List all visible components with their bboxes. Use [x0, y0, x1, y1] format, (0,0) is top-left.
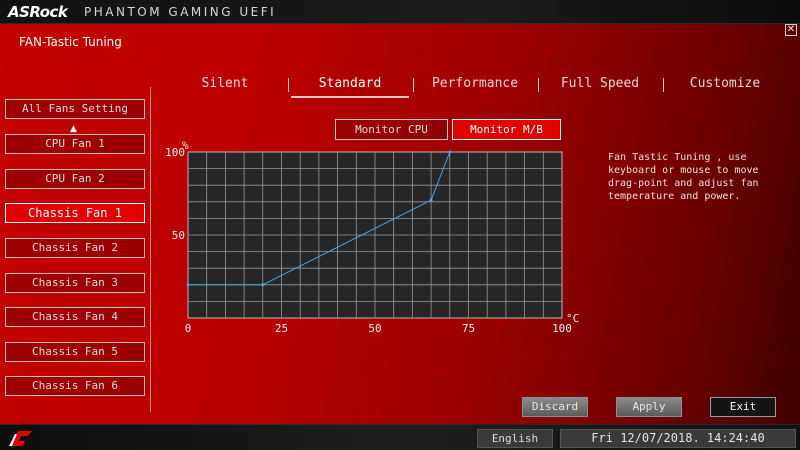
language-selector[interactable]: English — [477, 429, 553, 448]
fan-item-cpu-fan-1[interactable]: CPU Fan 1 — [5, 134, 145, 154]
y-tick-label: 50 — [172, 229, 185, 242]
exit-button[interactable]: Exit — [710, 397, 776, 417]
x-axis-unit-label: °C — [566, 312, 579, 325]
drag-point[interactable] — [429, 198, 433, 202]
fan-item-chassis-fan-2[interactable]: Chassis Fan 2 — [5, 238, 145, 258]
fan-curve-chart[interactable]: % 0 25 50 75 10050100 °C — [160, 136, 590, 336]
x-tick-label: 75 — [462, 322, 475, 335]
tab-performance[interactable]: Performance — [415, 74, 535, 98]
page-title: FAN-Tastic Tuning — [19, 35, 122, 49]
datetime-display: Fri 12/07/2018. 14:24:40 — [560, 429, 796, 448]
phantom-gaming-logo-icon — [9, 431, 32, 446]
drag-point[interactable] — [261, 283, 265, 287]
fan-item-all-fans[interactable]: All Fans Setting — [5, 99, 145, 119]
fan-item-chassis-fan-4[interactable]: Chassis Fan 4 — [5, 307, 145, 327]
help-description: Fan Tastic Tuning , use keyboard or mous… — [608, 152, 759, 202]
close-icon[interactable]: ✕ — [785, 24, 797, 36]
tab-separator — [538, 78, 539, 92]
x-tick-label: 25 — [275, 322, 288, 335]
bottom-bar: English Fri 12/07/2018. 14:24:40 — [0, 424, 800, 450]
tab-separator — [413, 78, 414, 92]
discard-button[interactable]: Discard — [522, 397, 588, 417]
tab-full-speed[interactable]: Full Speed — [541, 74, 659, 98]
y-tick-label: 100 — [165, 146, 185, 159]
drag-point[interactable] — [448, 150, 452, 154]
mouse-cursor-icon: ▲ — [70, 124, 77, 134]
tab-separator — [663, 78, 664, 92]
drag-point[interactable] — [186, 283, 190, 287]
fan-item-cpu-fan-2[interactable]: CPU Fan 2 — [5, 169, 145, 189]
chart-grid — [188, 152, 562, 318]
asrock-logo: ASRock — [8, 3, 68, 21]
sidebar-divider — [150, 87, 151, 412]
fan-item-chassis-fan-5[interactable]: Chassis Fan 5 — [5, 342, 145, 362]
tab-standard[interactable]: Standard — [291, 74, 409, 98]
profile-tabs: Silent Standard Performance Full Speed C… — [165, 74, 795, 98]
x-tick-label: 50 — [368, 322, 381, 335]
x-tick-label: 0 — [185, 322, 192, 335]
tab-customize[interactable]: Customize — [665, 74, 785, 98]
tab-silent[interactable]: Silent — [165, 74, 285, 98]
top-bar: ASRock PHANTOM GAMING UEFI — [0, 0, 800, 24]
tab-separator — [288, 78, 289, 92]
fan-item-chassis-fan-6[interactable]: Chassis Fan 6 — [5, 376, 145, 396]
apply-button[interactable]: Apply — [616, 397, 682, 417]
product-name: PHANTOM GAMING UEFI — [84, 5, 277, 19]
fan-item-chassis-fan-1[interactable]: Chassis Fan 1 — [5, 203, 145, 223]
fan-item-chassis-fan-3[interactable]: Chassis Fan 3 — [5, 273, 145, 293]
